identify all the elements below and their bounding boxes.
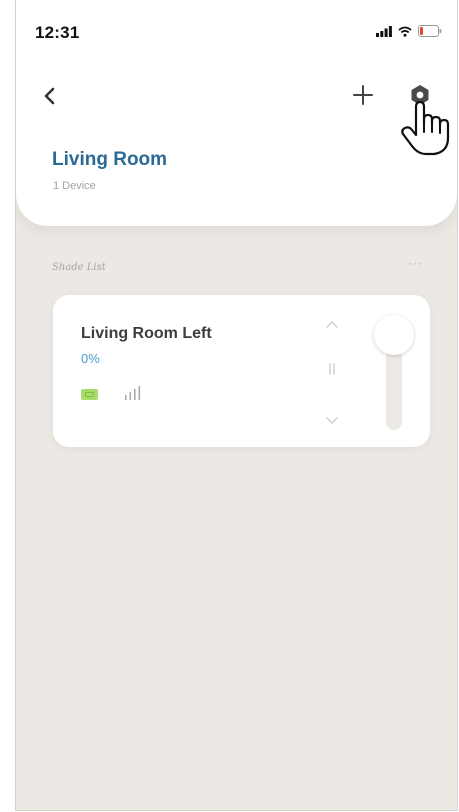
pause-icon[interactable] bbox=[322, 359, 342, 379]
chevron-up-icon[interactable] bbox=[322, 315, 342, 335]
shade-list-label: Shade List bbox=[52, 262, 106, 273]
status-time: 12:31 bbox=[35, 23, 80, 42]
add-shade-button[interactable] bbox=[350, 82, 376, 108]
signal-icon bbox=[125, 386, 141, 400]
room-header-card: 12:31 Living Room 1 Device bbox=[16, 0, 457, 226]
status-icons bbox=[376, 25, 442, 37]
position-slider-knob[interactable] bbox=[374, 315, 414, 355]
shade-name: Living Room Left bbox=[81, 325, 212, 342]
device-count: 1 Device bbox=[53, 180, 96, 192]
cellular-signal-icon bbox=[376, 25, 392, 37]
hand-pointer-icon bbox=[401, 100, 450, 156]
back-chevron-icon[interactable] bbox=[38, 80, 62, 112]
room-title: Living Room bbox=[52, 149, 168, 170]
battery-icon bbox=[81, 389, 98, 400]
chevron-down-icon[interactable] bbox=[322, 410, 342, 430]
shade-card[interactable]: Living Room Left 0% bbox=[53, 295, 430, 447]
more-options-button[interactable]: ··· bbox=[408, 256, 423, 270]
wifi-icon bbox=[398, 26, 412, 37]
shade-position-percent: 0% bbox=[81, 351, 100, 366]
battery-status-icon bbox=[418, 25, 442, 37]
phone-screen: 12:31 Living Room 1 Device Shade List ··… bbox=[15, 0, 458, 811]
